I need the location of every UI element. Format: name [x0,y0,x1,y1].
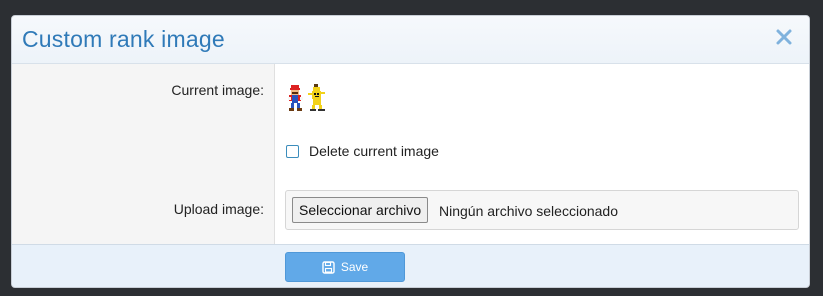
form-body: Current image: Upload image: Delete curr… [12,64,809,246]
file-upload-field: Seleccionar archivo Ningún archivo selec… [285,190,799,230]
upload-image-label: Upload image: [173,201,264,217]
save-button[interactable]: Save [285,252,405,282]
floppy-disk-icon [322,260,335,274]
delete-image-label: Delete current image [309,143,439,159]
current-image-label: Current image: [171,82,264,98]
dialog-title: Custom rank image [22,26,225,52]
current-rank-image [286,83,330,118]
label-column: Current image: Upload image: [12,64,275,246]
custom-rank-image-dialog: Custom rank image Current image: Upload … [11,15,810,288]
choose-file-button[interactable]: Seleccionar archivo [292,197,429,223]
file-status-text: Ningún archivo seleccionado [439,203,618,219]
delete-image-checkbox[interactable] [286,144,299,158]
dialog-footer: Save [12,244,809,287]
save-button-label: Save [340,260,369,274]
delete-current-image-option[interactable]: Delete current image [286,143,439,159]
dialog-header: Custom rank image [12,16,809,64]
close-icon[interactable] [773,26,795,48]
